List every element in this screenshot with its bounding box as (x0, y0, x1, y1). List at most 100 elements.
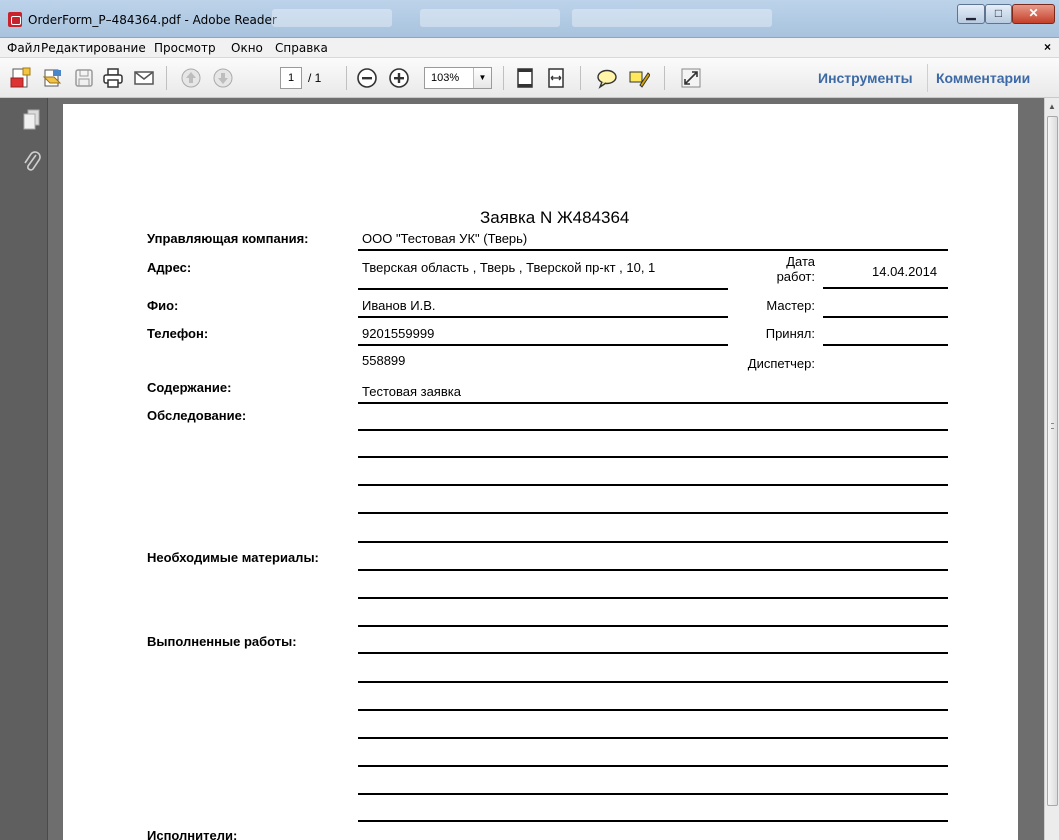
attachments-icon[interactable] (22, 150, 42, 174)
field-underline (358, 249, 948, 251)
minimize-button[interactable]: ▁ (957, 4, 985, 24)
fit-page-icon[interactable] (514, 67, 536, 89)
field-underline (358, 344, 728, 346)
fit-width-icon[interactable] (545, 67, 567, 89)
page-number-input[interactable]: 1 (280, 67, 302, 89)
field-underline (358, 597, 948, 599)
field-underline (823, 344, 948, 346)
label-inspection: Обследование: (147, 408, 247, 423)
menu-edit[interactable]: Редактирование (41, 41, 146, 55)
create-pdf-icon[interactable] (10, 67, 32, 89)
label-dispatcher: Диспетчер: (747, 356, 815, 371)
field-underline (358, 820, 948, 822)
navigation-pane (0, 98, 48, 840)
close-document-icon[interactable]: × (1044, 40, 1051, 54)
label-materials: Необходимые материалы: (147, 550, 319, 565)
value-phone: 9201559999 (362, 326, 435, 341)
value-content: Тестовая заявка (362, 384, 461, 399)
taskbar-ghost (572, 9, 772, 27)
field-underline (358, 429, 948, 431)
zoom-out-icon[interactable] (356, 67, 378, 89)
zoom-in-icon[interactable] (388, 67, 410, 89)
panel-separator (927, 64, 928, 92)
label-content: Содержание: (147, 380, 232, 395)
field-underline (358, 456, 948, 458)
toolbar-separator (580, 66, 581, 90)
scrollbar-grip-icon (1051, 423, 1054, 429)
field-underline (358, 737, 948, 739)
field-underline (358, 512, 948, 514)
tools-panel-link[interactable]: Инструменты (818, 70, 913, 86)
label-master: Мастер: (766, 298, 815, 313)
menu-view[interactable]: Просмотр (154, 41, 216, 55)
comments-panel-link[interactable]: Комментарии (936, 70, 1030, 86)
field-underline (358, 793, 948, 795)
field-underline (358, 765, 948, 767)
value-phone2: 558899 (362, 353, 406, 368)
field-underline (823, 316, 948, 318)
label-date-line1: Дата (786, 254, 815, 269)
document-area: Заявка N Ж484364 Управляющая компания: А… (48, 98, 1044, 840)
maximize-icon: □ (994, 6, 1003, 20)
field-underline (358, 652, 948, 654)
value-company: ООО "Тестовая УК" (Тверь) (362, 231, 528, 246)
fullscreen-icon[interactable] (680, 67, 702, 89)
scrollbar-thumb[interactable] (1047, 116, 1058, 806)
pdf-page: Заявка N Ж484364 Управляющая компания: А… (63, 104, 1018, 840)
vertical-scrollbar[interactable]: ▲ (1044, 98, 1059, 840)
menu-help[interactable]: Справка (275, 41, 328, 55)
toolbar-separator (346, 66, 347, 90)
email-icon[interactable] (133, 67, 155, 89)
menu-window[interactable]: Окно (231, 41, 263, 55)
label-fio: Фио: (147, 298, 179, 313)
comment-icon[interactable] (596, 67, 618, 89)
adobe-reader-icon (8, 12, 22, 27)
label-date-line2: работ: (776, 269, 815, 284)
print-icon[interactable] (102, 67, 124, 89)
form-title: Заявка N Ж484364 (480, 208, 630, 227)
toolbar: 1 / 1 103% ▼ Инструменты Комментарии (0, 58, 1059, 98)
field-underline (358, 625, 948, 627)
label-phone: Телефон: (147, 326, 209, 341)
field-underline (358, 541, 948, 543)
field-underline (358, 402, 948, 404)
field-underline (358, 569, 948, 571)
prev-page-icon[interactable] (180, 67, 202, 89)
field-underline (358, 709, 948, 711)
close-icon: ✕ (1028, 6, 1039, 20)
toolbar-separator (664, 66, 665, 90)
label-address: Адрес: (147, 260, 192, 275)
label-executors: Исполнители: (147, 828, 238, 840)
toolbar-separator (503, 66, 504, 90)
zoom-select[interactable]: 103% ▼ (424, 67, 492, 89)
label-accepted: Принял: (765, 326, 815, 341)
open-icon[interactable] (42, 67, 64, 89)
field-underline (358, 316, 728, 318)
maximize-button[interactable]: □ (985, 4, 1012, 24)
field-underline (823, 287, 948, 289)
close-button[interactable]: ✕ (1012, 4, 1055, 24)
window-titlebar: OrderForm_P–484364.pdf - Adobe Reader ▁ … (0, 0, 1059, 38)
chevron-down-icon[interactable]: ▼ (473, 68, 491, 88)
value-address: Тверская область , Тверь , Тверской пр-к… (362, 260, 656, 275)
field-underline (358, 288, 728, 290)
value-date: 14.04.2014 (872, 264, 938, 279)
menu-bar: Файл Редактирование Просмотр Окно Справк… (0, 38, 1059, 58)
field-underline (358, 681, 948, 683)
label-works: Выполненные работы: (147, 634, 297, 649)
taskbar-ghost (420, 9, 560, 27)
highlight-icon[interactable] (628, 67, 650, 89)
pages-icon[interactable] (22, 108, 42, 132)
minimize-icon: ▁ (966, 6, 976, 20)
scroll-up-icon[interactable]: ▲ (1048, 102, 1056, 111)
taskbar-ghost (272, 9, 392, 27)
save-icon[interactable] (73, 67, 95, 89)
page-total: / 1 (308, 71, 322, 85)
field-underline (358, 484, 948, 486)
label-company: Управляющая компания: (147, 231, 309, 246)
window-title: OrderForm_P–484364.pdf - Adobe Reader (28, 13, 277, 27)
toolbar-separator (166, 66, 167, 90)
menu-file[interactable]: Файл (7, 41, 40, 55)
value-fio: Иванов И.В. (362, 298, 436, 313)
next-page-icon[interactable] (212, 67, 234, 89)
